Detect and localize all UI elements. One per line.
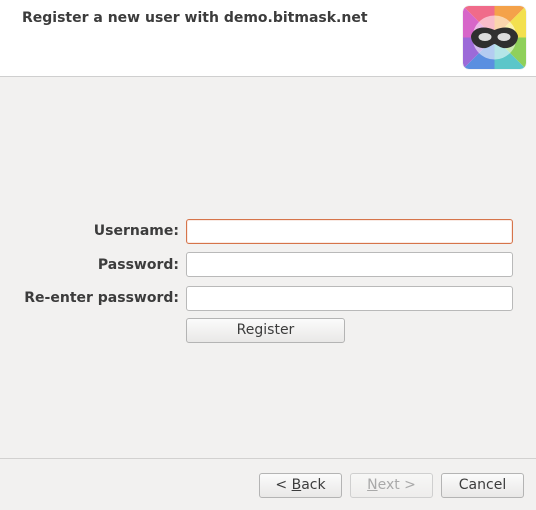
cancel-button[interactable]: Cancel: [441, 473, 524, 498]
back-button[interactable]: < Back: [259, 473, 342, 498]
back-rest: ack: [301, 477, 326, 493]
next-button[interactable]: Next >: [350, 473, 433, 498]
reenter-password-input[interactable]: [186, 286, 513, 311]
back-prefix: <: [275, 477, 292, 493]
bitmask-mask-icon: [463, 6, 526, 69]
back-mnemonic: B: [291, 477, 302, 493]
password-label: Password:: [97, 257, 179, 273]
footer-divider: [0, 458, 536, 459]
wizard-header: Register a new user with demo.bitmask.ne…: [0, 0, 536, 77]
next-rest: ext >: [377, 477, 416, 493]
page-title: Register a new user with demo.bitmask.ne…: [22, 10, 368, 26]
username-input[interactable]: [186, 219, 513, 244]
username-label: Username:: [93, 223, 179, 239]
reenter-password-label: Re-enter password:: [24, 290, 179, 306]
password-input[interactable]: [186, 252, 513, 277]
register-button[interactable]: Register: [186, 318, 345, 343]
next-mnemonic: N: [367, 477, 378, 493]
